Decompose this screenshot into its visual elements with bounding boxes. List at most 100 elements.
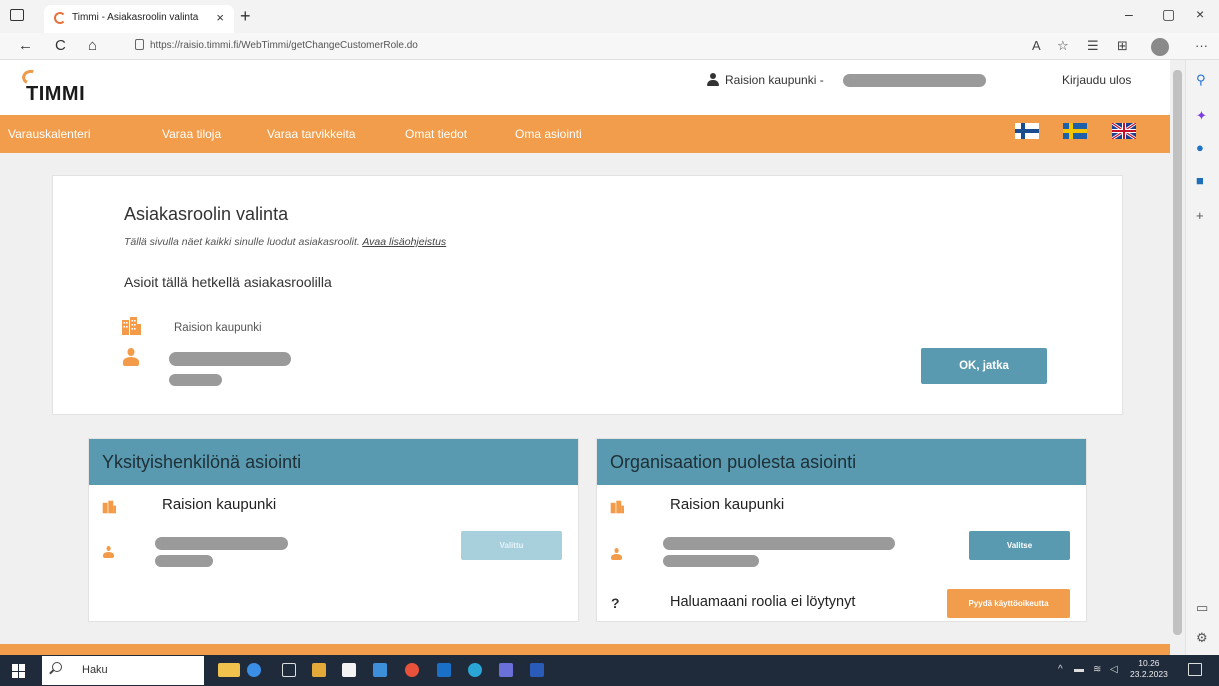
menu-item-oma-asiointi[interactable]: Oma asiointi (515, 127, 582, 141)
shopping-icon[interactable]: ✦ (1196, 108, 1207, 124)
word-icon[interactable] (530, 663, 544, 677)
redacted-person-detail (169, 374, 222, 386)
current-role-heading: Asioit tällä hetkellä asiakasroolilla (124, 274, 332, 290)
calculator-icon[interactable] (342, 663, 356, 677)
reload-button[interactable]: C (55, 37, 66, 54)
private-panel-header: Yksityishenkilönä asiointi (89, 439, 578, 485)
windows-taskbar: Haku ^ ▬ ≋ ◁ 10.26 23.2.2023 (0, 655, 1219, 686)
taskbar-search[interactable]: Haku (42, 656, 204, 685)
battery-icon[interactable]: ▬ (1074, 664, 1084, 675)
notification-icon[interactable] (1188, 663, 1202, 676)
page-scrollbar[interactable] (1170, 60, 1185, 655)
taskbar-clock[interactable]: 10.26 23.2.2023 (1130, 658, 1168, 680)
browser-titlebar: Timmi - Asiakasroolin valinta × + – ▢ × (0, 0, 1219, 33)
more-icon[interactable]: ··· (1195, 38, 1208, 53)
restore-button[interactable]: ▢ (1162, 6, 1175, 23)
url-field[interactable]: https://raisio.timmi.fi/WebTimmi/getChan… (150, 40, 418, 51)
taskbar-search-label: Haku (82, 664, 108, 676)
add-icon[interactable]: + (1196, 208, 1204, 223)
request-access-button[interactable]: Pyydä käyttöoikeutta (947, 589, 1070, 618)
tab-close-icon[interactable]: × (216, 10, 224, 25)
read-aloud-icon[interactable]: A (1032, 38, 1041, 53)
org-panel-header: Organisaation puolesta asiointi (597, 439, 1086, 485)
ok-continue-button[interactable]: OK, jatka (921, 348, 1047, 384)
favorites-list-icon[interactable]: ☰ (1087, 38, 1099, 54)
tab-title: Timmi - Asiakasroolin valinta (72, 12, 199, 23)
organisation-role-panel: Organisaation puolesta asiointi Raision … (596, 438, 1087, 622)
org-panel-org: Raision kaupunki (670, 496, 785, 513)
collections-icon[interactable]: ⊞ (1117, 38, 1128, 54)
favorite-icon[interactable]: ☆ (1057, 38, 1069, 54)
selected-button: Valittu (461, 531, 562, 560)
task-view-icon[interactable] (282, 663, 296, 677)
close-window-button[interactable]: × (1196, 6, 1204, 22)
current-role-org: Raision kaupunki (174, 322, 262, 334)
help-text-body: Tällä sivulla näet kaikki sinulle luodut… (124, 236, 360, 248)
home-button[interactable]: ⌂ (88, 37, 97, 54)
lock-icon[interactable] (135, 39, 144, 50)
finnish-flag-icon[interactable] (1015, 123, 1039, 139)
timmi-logo[interactable]: TIMMI (26, 83, 85, 106)
help-text: Tällä sivulla näet kaikki sinulle luodut… (124, 236, 446, 248)
person-icon (103, 546, 114, 558)
outlook-taskbar-icon[interactable] (437, 663, 451, 677)
profile-avatar[interactable] (1151, 38, 1169, 56)
menu-item-varaa-tiloja[interactable]: Varaa tiloja (162, 127, 221, 141)
outlook-icon[interactable]: ■ (1196, 173, 1204, 188)
windows-start-icon[interactable] (12, 664, 26, 678)
menu-item-varauskalenteri[interactable]: Varauskalenteri (8, 127, 91, 141)
search-icon[interactable]: ⚲ (1196, 72, 1206, 88)
back-button[interactable]: ← (18, 37, 33, 54)
private-panel-title: Yksityishenkilönä asiointi (102, 452, 302, 472)
photos-icon[interactable] (373, 663, 387, 677)
private-role-panel: Yksityishenkilönä asiointi Raision kaupu… (88, 438, 579, 622)
page-content: TIMMI Raision kaupunki - Kirjaudu ulos V… (0, 60, 1170, 655)
logged-in-user: Raision kaupunki - (725, 73, 824, 87)
current-role-card: Asiakasroolin valinta Tällä sivulla näet… (52, 175, 1123, 415)
chrome-icon[interactable] (405, 663, 419, 677)
tools-icon[interactable]: ● (1196, 140, 1204, 155)
split-screen-icon[interactable]: ▭ (1196, 600, 1208, 616)
menu-item-omat-tiedot[interactable]: Omat tiedot (405, 127, 467, 141)
question-mark-icon: ? (611, 595, 620, 611)
tray-chevron-icon[interactable]: ^ (1058, 664, 1063, 675)
settings-icon[interactable]: ⚙ (1196, 630, 1208, 646)
volume-icon[interactable]: ◁ (1110, 664, 1118, 675)
edge-sidebar: ⚲ ✦ ● ■ + ▭ ⚙ (1185, 60, 1219, 655)
building-icon (102, 500, 116, 514)
teams-icon[interactable] (499, 663, 513, 677)
person-icon (123, 348, 139, 366)
file-explorer-icon[interactable] (312, 663, 326, 677)
redacted-person-detail (663, 555, 759, 567)
swedish-flag-icon[interactable] (1063, 123, 1087, 139)
person-icon (611, 548, 622, 560)
clock-date: 23.2.2023 (1130, 669, 1168, 679)
edge-icon[interactable] (468, 663, 482, 677)
site-header: TIMMI Raision kaupunki - Kirjaudu ulos (0, 60, 1170, 115)
wifi-icon[interactable]: ≋ (1093, 664, 1101, 675)
menu-item-varaa-tarvikkeita[interactable]: Varaa tarvikkeita (267, 127, 355, 141)
redacted-person-name (663, 537, 895, 550)
clock-time: 10.26 (1138, 658, 1160, 668)
new-tab-button[interactable]: + (240, 6, 251, 27)
org-panel-title: Organisaation puolesta asiointi (610, 452, 857, 472)
redacted-person-detail (155, 555, 213, 567)
redacted-user-name (843, 74, 986, 87)
user-app-icon[interactable] (247, 663, 261, 677)
missing-role-text: Haluamaani roolia ei löytynyt (670, 594, 856, 610)
tab-actions-icon[interactable] (10, 9, 24, 21)
select-role-button[interactable]: Valitse (969, 531, 1070, 560)
widget-icon[interactable] (218, 663, 240, 677)
main-menu: Varauskalenteri Varaa tiloja Varaa tarvi… (0, 115, 1170, 153)
minimize-button[interactable]: – (1125, 6, 1133, 22)
browser-tab[interactable]: Timmi - Asiakasroolin valinta × (44, 5, 234, 33)
address-bar: ← C ⌂ https://raisio.timmi.fi/WebTimmi/g… (0, 33, 1219, 60)
redacted-person-name (155, 537, 288, 550)
building-icon (610, 500, 624, 514)
help-link[interactable]: Avaa lisäohjeistus (362, 236, 446, 248)
scrollbar-thumb[interactable] (1173, 70, 1182, 635)
search-icon (52, 662, 62, 672)
uk-flag-icon[interactable] (1112, 123, 1136, 139)
user-icon (707, 73, 719, 87)
logout-link[interactable]: Kirjaudu ulos (1062, 73, 1131, 87)
